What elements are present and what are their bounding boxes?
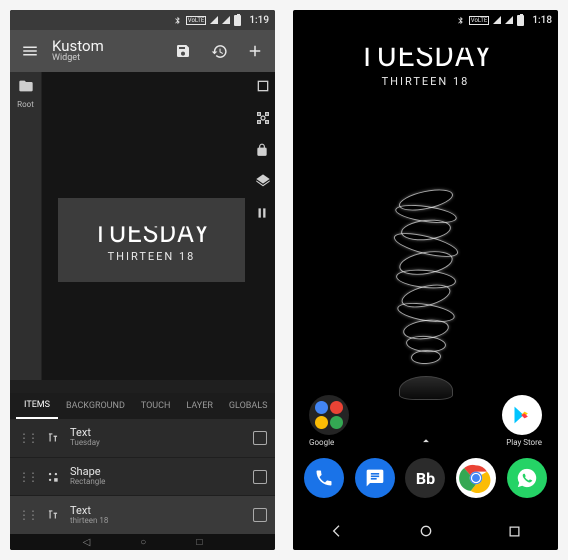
whatsapp-app[interactable] [507,458,547,498]
status-bar: VoLTE 1:18 [293,10,558,30]
list-item[interactable]: ⋮⋮ Shape Rectangle [10,458,275,497]
root-rail[interactable]: Root [10,72,42,380]
tab-touch[interactable]: TOUCH [133,393,179,419]
nav-recent-icon[interactable]: □ [196,537,202,548]
appbar-subtitle: Widget [52,54,161,64]
shape-type-icon [44,468,62,486]
dock: Bb [293,458,558,498]
home-widget[interactable]: TUESDAY THIRTEEN 18 [293,38,558,88]
nav-back-icon[interactable] [329,523,345,543]
appbar-title-block: Kustom Widget [52,38,161,64]
signal-icon-2 [222,16,230,24]
rail-root-label: Root [17,100,34,109]
play-store-label: Play Store [506,438,542,447]
item-checkbox[interactable] [253,431,267,445]
phone-home-screen: VoLTE 1:18 TUESDAY THIRTEEN 18 [293,10,558,550]
widget-sub-text: THIRTEEN 18 [382,75,470,88]
battery-icon [517,15,524,26]
pause-tool-icon[interactable] [255,205,271,224]
folder-icon [18,78,34,98]
signal-icon [210,16,218,24]
google-folder-label: Google [309,438,334,447]
menu-icon[interactable] [16,37,44,65]
bb-app[interactable]: Bb [405,458,445,498]
bluetooth-icon [173,15,182,26]
canvas-tools [255,78,271,224]
volte-icon: VoLTE [469,16,490,25]
crop-tool-icon[interactable] [255,110,271,130]
play-store-app[interactable] [502,395,542,435]
bulb-filament [391,186,461,376]
volte-icon: VoLTE [186,16,207,25]
select-tool-icon[interactable] [255,78,271,98]
list-item[interactable]: ⋮⋮ Text Tuesday [10,419,275,458]
chrome-app[interactable] [456,458,496,498]
messages-app[interactable] [355,458,395,498]
appbar-title: Kustom [52,38,161,55]
android-navbar: ◁ ○ □ [10,534,275,550]
phone-kustom-editor: VoLTE 1:19 Kustom Widget Root [10,10,275,550]
status-clock: 1:18 [532,15,552,26]
nav-home-icon[interactable] [418,523,434,543]
item-value-label: thirteen 18 [70,517,245,526]
app-drawer-arrow-icon[interactable] [419,433,433,452]
text-type-icon [44,429,62,447]
lock-tool-icon[interactable] [255,142,271,161]
preview-sub-text: THIRTEEN 18 [108,250,196,263]
drag-handle-icon[interactable]: ⋮⋮ [18,508,36,522]
list-item[interactable]: ⋮⋮ Text thirteen 18 [10,496,275,534]
status-bar: VoLTE 1:19 [10,10,275,30]
layer-item-list: ⋮⋮ Text Tuesday ⋮⋮ Shape Rectangle ⋮⋮ Te… [10,419,275,534]
tab-globals[interactable]: GLOBALS [221,393,275,419]
item-value-label: Tuesday [70,439,245,448]
nav-home-icon[interactable]: ○ [140,537,146,548]
phone-app[interactable] [304,458,344,498]
nav-back-icon[interactable]: ◁ [83,537,91,548]
save-icon[interactable] [169,37,197,65]
nav-recent-icon[interactable] [507,524,522,543]
item-checkbox[interactable] [253,508,267,522]
item-type-label: Text [70,505,245,517]
drag-handle-icon[interactable]: ⋮⋮ [18,431,36,445]
android-navbar [293,516,558,550]
wallpaper-bulb [351,140,501,400]
tab-items[interactable]: ITEMS [16,393,58,419]
widget-day-text: TUESDAY [358,36,493,75]
home-shelf [293,395,558,435]
editor-canvas[interactable]: TUESDAY THIRTEEN 18 [42,72,275,380]
tab-background[interactable]: BACKGROUND [58,393,133,419]
widget-preview[interactable]: TUESDAY THIRTEEN 18 [58,198,245,282]
history-icon[interactable] [205,37,233,65]
layers-tool-icon[interactable] [255,173,271,193]
editor-tabs: ITEMS BACKGROUND TOUCH LAYER GLOBALS [10,393,275,419]
app-bar: Kustom Widget [10,30,275,72]
preview-day-text: TUESDAY [93,216,211,249]
tab-layer[interactable]: LAYER [178,393,220,419]
add-icon[interactable] [241,37,269,65]
drag-handle-icon[interactable]: ⋮⋮ [18,470,36,484]
signal-icon [493,16,501,24]
status-clock: 1:19 [249,15,269,26]
google-folder[interactable] [309,395,349,435]
battery-icon [234,15,241,26]
item-checkbox[interactable] [253,470,267,484]
bluetooth-icon [456,15,465,26]
item-value-label: Rectangle [70,478,245,487]
text-type-icon [44,506,62,524]
signal-icon-2 [505,16,513,24]
